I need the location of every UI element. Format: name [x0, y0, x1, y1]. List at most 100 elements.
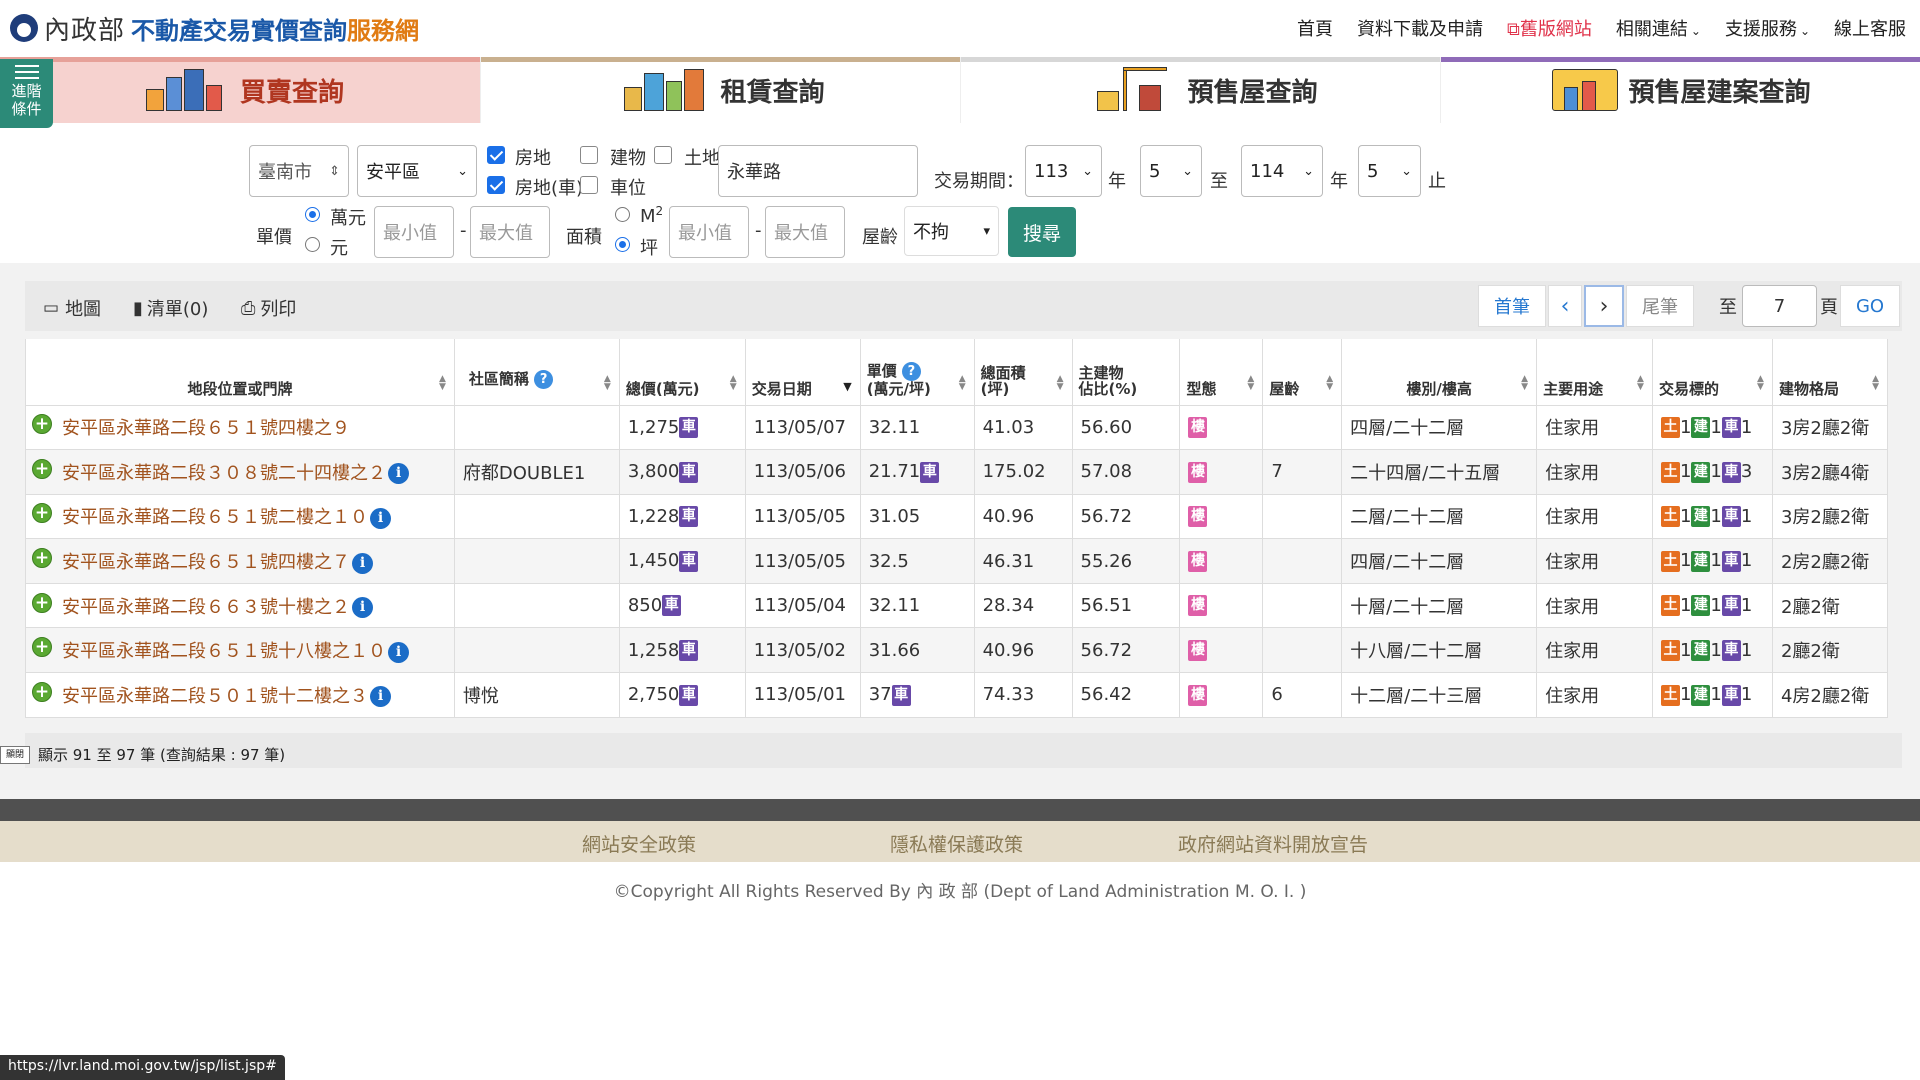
period-label: 交易期間： — [934, 171, 1024, 192]
col-main-ratio[interactable]: 主建物 佔比(%) — [1071, 339, 1181, 406]
info-icon[interactable]: i — [352, 552, 373, 574]
land-badge: 土 — [1660, 684, 1680, 706]
tab-bar — [961, 57, 1440, 62]
checkbox-house-land-car[interactable] — [487, 176, 505, 194]
district-select[interactable]: 安平區 ⌄ — [357, 145, 477, 197]
checkbox-parking[interactable] — [580, 176, 598, 194]
help-icon[interactable]: ? — [534, 369, 554, 389]
checkbox-building[interactable] — [580, 146, 598, 164]
info-icon[interactable]: i — [388, 641, 409, 663]
print-button[interactable]: ⎙ 列印 — [241, 295, 296, 321]
page-input[interactable]: 7 — [1742, 285, 1817, 327]
tab-presale-project[interactable]: 預售屋建案查詢 — [1440, 57, 1920, 123]
month-to-select[interactable]: 5 ⌄ — [1358, 145, 1421, 197]
col-layout[interactable]: 建物格局 ▲ ▼ — [1771, 339, 1889, 406]
expand-row-icon[interactable]: + — [32, 503, 52, 524]
land-count: 1 — [1679, 461, 1692, 483]
nav-home[interactable]: 首頁 — [1297, 15, 1333, 41]
map-view-button[interactable]: ▭ 地圖 — [43, 295, 101, 321]
search-button[interactable]: 搜尋 — [1008, 207, 1076, 257]
year-from-select[interactable]: 113 ⌄ — [1025, 145, 1102, 197]
checkbox-house-land[interactable] — [487, 146, 505, 164]
col-use[interactable]: 主要用途 ▲ ▼ — [1536, 339, 1653, 406]
year-to-select[interactable]: 114 ⌄ — [1241, 145, 1323, 197]
footer-link-security[interactable]: 網站安全政策 — [582, 830, 696, 857]
address-link[interactable]: 安平區永華路二段６５１號十八樓之１０ — [62, 641, 386, 662]
address-link[interactable]: 安平區永華路二段６５１號四樓之９ — [62, 418, 350, 439]
expand-row-icon[interactable]: + — [32, 592, 52, 613]
address-link[interactable]: 安平區永華路二段５０１號十二樓之３ — [62, 686, 368, 707]
expand-row-icon[interactable]: + — [32, 414, 52, 435]
expand-row-icon[interactable]: + — [32, 681, 52, 702]
road-input[interactable]: 永華路 — [718, 145, 918, 197]
expand-row-icon[interactable]: + — [32, 548, 52, 569]
tab-presale[interactable]: 預售屋查詢 — [960, 57, 1440, 123]
saved-list-button[interactable]: ▮ 清單(0) — [133, 295, 208, 321]
toggle-columns-button[interactable]: 顯閉 — [0, 746, 30, 764]
info-icon[interactable]: i — [388, 463, 409, 485]
expand-row-icon[interactable]: + — [32, 637, 52, 658]
radio-unit-ping[interactable] — [615, 237, 630, 252]
col-unit-price[interactable]: 單價 ? (萬元/坪) ▲ ▼ — [859, 339, 975, 406]
prev-page-button[interactable]: ‹ — [1548, 285, 1582, 327]
cell-target: 土1建1車3 — [1651, 449, 1773, 495]
expand-row-icon[interactable]: + — [32, 458, 52, 479]
tab-rent[interactable]: 租賃查詢 — [480, 57, 960, 123]
col-area[interactable]: 總面積 (坪) ▲ ▼ — [973, 339, 1073, 406]
footer-link-open-data[interactable]: 政府網站資料開放宣告 — [1178, 830, 1368, 857]
nav-links[interactable]: 相關連結 ⌄ — [1616, 15, 1701, 41]
price-min-input[interactable]: 最小值 — [374, 206, 454, 258]
first-page-button[interactable]: 首筆 — [1478, 285, 1546, 327]
address-link[interactable]: 安平區永華路二段６５１號二樓之１０ — [62, 507, 368, 528]
nav-old-site[interactable]: ⧉舊版網站 — [1507, 15, 1592, 41]
info-icon[interactable]: i — [352, 597, 373, 619]
help-icon[interactable]: ? — [901, 361, 921, 381]
price-max-input[interactable]: 最大值 — [470, 206, 550, 258]
address-link[interactable]: 安平區永華路二段３０８號二十四樓之２ — [62, 463, 386, 484]
tab-sale[interactable]: 買賣查詢 — [0, 57, 480, 123]
address-link[interactable]: 安平區永華路二段６５１號四樓之７ — [62, 552, 350, 573]
col-floor[interactable]: 樓別/樓高 ▲ ▼ — [1341, 339, 1538, 406]
col-address[interactable]: 地段位置或門牌 ▲ ▼ — [25, 339, 455, 406]
info-icon[interactable]: i — [370, 686, 391, 708]
cell-layout: 3房2廳2衛 — [1771, 404, 1889, 451]
col-area-sub: (坪) — [980, 379, 1010, 398]
radio-unit-m2[interactable] — [615, 207, 630, 222]
nav-online-service[interactable]: 線上客服 — [1834, 15, 1906, 41]
radio-unit-wan[interactable] — [305, 207, 320, 222]
advanced-label-2: 條件 — [11, 100, 42, 118]
city-select[interactable]: 臺南市 ⇕ — [249, 145, 349, 197]
go-button[interactable]: GO — [1840, 285, 1900, 327]
parking-badge: 車 — [679, 640, 699, 662]
parking-badge: 車 — [920, 461, 940, 483]
unit-price-value: 37 — [868, 684, 892, 706]
cell-type: 樓 — [1179, 493, 1264, 540]
col-target[interactable]: 交易標的 ▲ ▼ — [1651, 339, 1773, 406]
nav-support[interactable]: 支援服務 ⌄ — [1725, 15, 1810, 41]
advanced-filter-button[interactable]: 進階 條件 — [0, 59, 53, 128]
radio-unit-yuan[interactable] — [305, 237, 320, 252]
parking-count: 1 — [1740, 416, 1753, 438]
age-select[interactable]: 不拘 ▾ — [904, 206, 999, 256]
address-link[interactable]: 安平區永華路二段６６３號十樓之２ — [62, 597, 350, 618]
col-total-price[interactable]: 總價(萬元) ▲ ▼ — [618, 339, 746, 406]
info-icon[interactable]: i — [370, 507, 391, 529]
area-max-input[interactable]: 最大值 — [765, 206, 845, 258]
checkbox-land[interactable] — [654, 146, 672, 164]
footer-link-privacy[interactable]: 隱私權保護政策 — [890, 830, 1023, 857]
col-type[interactable]: 型態 ▲ ▼ — [1179, 339, 1264, 406]
cell-age: 6 — [1262, 672, 1343, 718]
site-logo[interactable]: 內政部 不動產交易實價查詢 服務網 — [10, 0, 419, 56]
nav-download[interactable]: 資料下載及申請 — [1357, 15, 1483, 41]
col-age[interactable]: 屋齡 ▲ ▼ — [1262, 339, 1343, 406]
month-from-select[interactable]: 5 ⌄ — [1140, 145, 1202, 197]
next-page-button[interactable]: › — [1584, 285, 1624, 327]
sliders-icon — [14, 65, 39, 79]
last-page-button[interactable]: 尾筆 — [1626, 285, 1694, 327]
unit-price-value: 31.66 — [868, 639, 921, 661]
col-community[interactable]: 社區簡稱 ? ▲ ▼ — [453, 339, 620, 406]
logo-title: 不動產交易實價查詢 — [131, 16, 348, 45]
area-min-input[interactable]: 最小值 — [669, 206, 749, 258]
col-date[interactable]: 交易日期 ▼ — [744, 339, 861, 406]
cell-date: 113/05/05 — [744, 493, 861, 540]
